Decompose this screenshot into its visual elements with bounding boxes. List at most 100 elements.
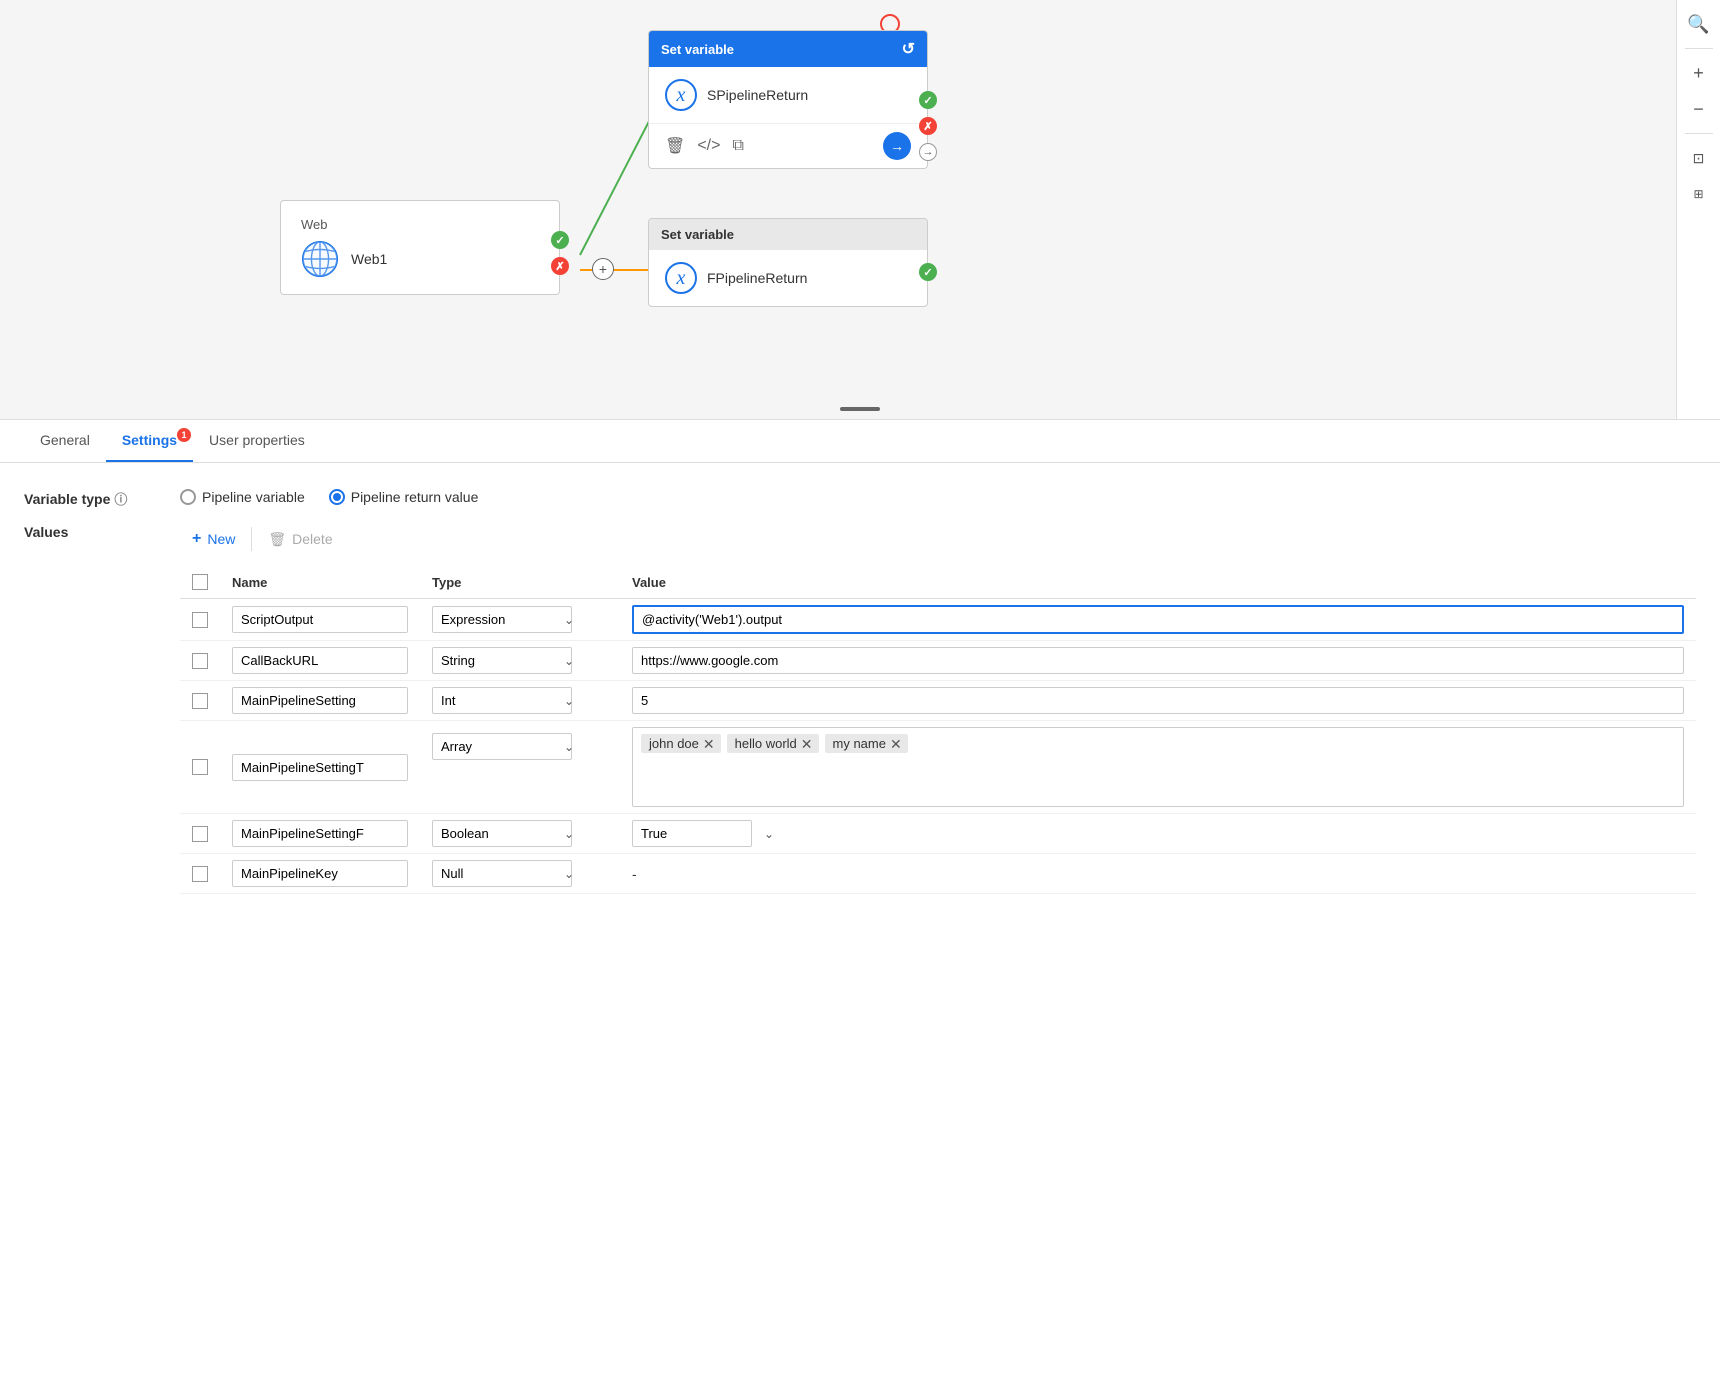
type-select-wrapper-3: Expression String Int Array Boolean Null bbox=[432, 687, 582, 714]
navigate-icon[interactable]: → bbox=[883, 132, 911, 160]
row-name-cell-3 bbox=[220, 681, 420, 721]
tab-general[interactable]: General bbox=[24, 420, 106, 462]
tags-container-4[interactable]: john doe ✕ hello world ✕ my name ✕ bbox=[632, 727, 1684, 807]
header-checkbox-cell bbox=[180, 566, 220, 599]
copy-icon[interactable]: ⧉ bbox=[732, 137, 743, 155]
name-input-3[interactable] bbox=[232, 687, 408, 714]
sidebar-divider-1 bbox=[1685, 48, 1713, 49]
tab-user-properties[interactable]: User properties bbox=[193, 420, 321, 462]
zoom-out-button[interactable]: − bbox=[1683, 93, 1715, 125]
header-value: Value bbox=[620, 566, 1696, 599]
row-checkbox-cell-2 bbox=[180, 641, 220, 681]
row-checkbox-2[interactable] bbox=[192, 653, 208, 669]
redo-icon[interactable]: ↺ bbox=[902, 39, 915, 59]
search-canvas-button[interactable]: 🔍 bbox=[1683, 8, 1715, 40]
row-type-cell-1: Expression String Int Array Boolean Null bbox=[420, 599, 620, 641]
type-select-3[interactable]: Expression String Int Array Boolean Null bbox=[432, 687, 572, 714]
tag-close-john-doe[interactable]: ✕ bbox=[703, 737, 715, 751]
value-input-1[interactable] bbox=[632, 605, 1684, 634]
settings-badge: 1 bbox=[177, 428, 191, 442]
fit-view-button[interactable]: ⊡ bbox=[1683, 142, 1715, 174]
row-checkbox-4[interactable] bbox=[192, 759, 208, 775]
delete-icon[interactable]: 🗑 bbox=[665, 136, 685, 156]
type-select-wrapper-5: Expression String Int Array Boolean Null bbox=[432, 820, 582, 847]
row-checkbox-5[interactable] bbox=[192, 826, 208, 842]
row-value-cell-1 bbox=[620, 599, 1696, 641]
row-name-cell-1 bbox=[220, 599, 420, 641]
tag-hello-world: hello world ✕ bbox=[727, 734, 819, 753]
row-type-cell-4: Expression String Int Array Boolean Null bbox=[420, 721, 620, 814]
info-icon: ⓘ bbox=[114, 489, 127, 508]
row-checkbox-3[interactable] bbox=[192, 693, 208, 709]
table-row: Expression String Int Array Boolean Null bbox=[180, 681, 1696, 721]
table-row: Expression String Int Array Boolean Null bbox=[180, 814, 1696, 854]
code-icon[interactable]: </> bbox=[697, 137, 720, 155]
node-header-active: Set variable ↺ bbox=[649, 31, 927, 67]
row-name-cell-5 bbox=[220, 814, 420, 854]
type-select-wrapper-1: Expression String Int Array Boolean Null bbox=[432, 606, 582, 633]
table-row: Expression String Int Array Boolean Null bbox=[180, 599, 1696, 641]
zoom-in-button[interactable]: + bbox=[1683, 57, 1715, 89]
type-select-6[interactable]: Expression String Int Array Boolean Null bbox=[432, 860, 572, 887]
plus-connector[interactable]: + bbox=[592, 258, 614, 280]
name-input-1[interactable] bbox=[232, 606, 408, 633]
node-header-inactive: Set variable bbox=[649, 219, 927, 250]
row-checkbox-cell-5 bbox=[180, 814, 220, 854]
type-select-2[interactable]: Expression String Int Array Boolean Null bbox=[432, 647, 572, 674]
new-button[interactable]: + New bbox=[180, 524, 247, 554]
success-badge-web: ✓ bbox=[551, 231, 569, 249]
row-checkbox-1[interactable] bbox=[192, 612, 208, 628]
skip-badge-active: → bbox=[919, 143, 937, 161]
header-checkbox[interactable] bbox=[192, 574, 208, 590]
plus-icon: + bbox=[192, 530, 201, 548]
toolbar-separator bbox=[251, 527, 252, 551]
radio-group: Pipeline variable Pipeline return value bbox=[180, 483, 478, 505]
value-input-2[interactable] bbox=[632, 647, 1684, 674]
table-body: Expression String Int Array Boolean Null bbox=[180, 599, 1696, 894]
success-badge-active: ✓ bbox=[919, 91, 937, 109]
row-name-cell-6 bbox=[220, 854, 420, 894]
set-variable-active-node[interactable]: Set variable ↺ x SPipelineReturn 🗑 </> ⧉… bbox=[648, 30, 928, 169]
type-select-5[interactable]: Expression String Int Array Boolean Null bbox=[432, 820, 572, 847]
sidebar-divider-2 bbox=[1685, 133, 1713, 134]
pipeline-canvas: Set variable ↺ x SPipelineReturn 🗑 </> ⧉… bbox=[0, 0, 1720, 420]
row-type-cell-5: Expression String Int Array Boolean Null bbox=[420, 814, 620, 854]
radio-circle-pipeline-return[interactable] bbox=[329, 489, 345, 505]
row-type-cell-3: Expression String Int Array Boolean Null bbox=[420, 681, 620, 721]
set-variable-inactive-node[interactable]: Set variable x FPipelineReturn ✓ bbox=[648, 218, 928, 307]
name-input-2[interactable] bbox=[232, 647, 408, 674]
tabs-container: General Settings 1 User properties bbox=[0, 420, 1720, 463]
variable-type-row: Variable type ⓘ Pipeline variable Pipeli… bbox=[24, 483, 1696, 508]
web-node[interactable]: Web Web1 ✓ ✗ bbox=[280, 200, 560, 295]
tag-close-hello-world[interactable]: ✕ bbox=[801, 737, 813, 751]
value-select-5[interactable]: True False bbox=[632, 820, 752, 847]
values-label: Values bbox=[24, 524, 164, 540]
table-row: Expression String Int Array Boolean Null bbox=[180, 641, 1696, 681]
radio-pipeline-return[interactable]: Pipeline return value bbox=[329, 489, 479, 505]
tag-close-my-name[interactable]: ✕ bbox=[890, 737, 902, 751]
trash-icon: 🗑 bbox=[268, 531, 286, 548]
row-checkbox-6[interactable] bbox=[192, 866, 208, 882]
error-badge-web: ✗ bbox=[551, 257, 569, 275]
success-badge-inactive: ✓ bbox=[919, 263, 937, 281]
radio-pipeline-variable[interactable]: Pipeline variable bbox=[180, 489, 305, 505]
name-input-4[interactable] bbox=[232, 754, 408, 781]
radio-circle-pipeline-variable[interactable] bbox=[180, 489, 196, 505]
row-value-cell-3 bbox=[620, 681, 1696, 721]
collapse-handle[interactable] bbox=[840, 407, 880, 411]
value-input-3[interactable] bbox=[632, 687, 1684, 714]
row-name-cell-4 bbox=[220, 721, 420, 814]
type-select-1[interactable]: Expression String Int Array Boolean Null bbox=[432, 606, 572, 633]
tab-settings[interactable]: Settings 1 bbox=[106, 420, 193, 462]
row-checkbox-cell-6 bbox=[180, 854, 220, 894]
delete-button[interactable]: 🗑 Delete bbox=[256, 525, 344, 554]
row-name-cell-2 bbox=[220, 641, 420, 681]
row-type-cell-2: Expression String Int Array Boolean Null bbox=[420, 641, 620, 681]
grid-button[interactable]: ⊞ bbox=[1683, 178, 1715, 210]
web-node-body: Web1 bbox=[301, 240, 539, 278]
name-input-5[interactable] bbox=[232, 820, 408, 847]
type-select-wrapper-2: Expression String Int Array Boolean Null bbox=[432, 647, 582, 674]
name-input-6[interactable] bbox=[232, 860, 408, 887]
type-select-4[interactable]: Expression String Int Array Boolean Null bbox=[432, 733, 572, 760]
web-node-title: Web bbox=[301, 217, 539, 232]
